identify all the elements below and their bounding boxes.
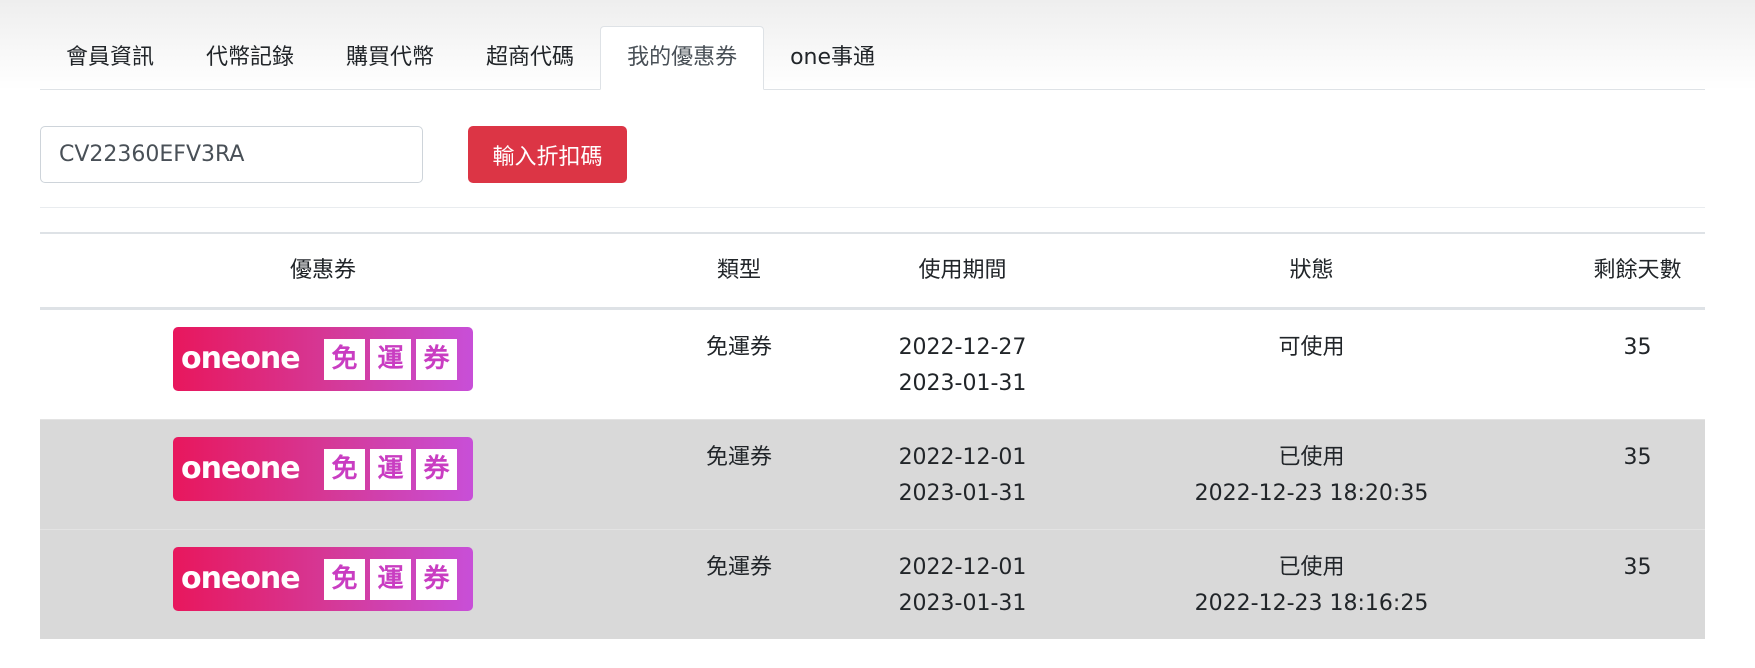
period-cell: 2022-12-01 2023-01-31 bbox=[872, 530, 1053, 639]
status-time: 2022-12-23 18:16:25 bbox=[1194, 591, 1429, 616]
badge-char: 免 bbox=[324, 338, 365, 380]
header-period: 使用期間 bbox=[918, 258, 1007, 283]
coupon-table: 優惠券 類型 使用期間 狀態 剩餘天數 oneone 免 運 券 免運券 202… bbox=[40, 232, 1705, 639]
days-left-cell: 35 bbox=[1623, 445, 1652, 470]
tab-buy-tokens[interactable]: 購買代幣 bbox=[320, 27, 460, 89]
period-start: 2022-12-01 bbox=[898, 445, 1027, 470]
free-shipping-coupon-badge: oneone 免 運 券 bbox=[173, 327, 473, 391]
status-cell: 已使用 2022-12-23 18:20:35 bbox=[1053, 420, 1570, 529]
badge-char: 券 bbox=[416, 448, 457, 490]
header-days-left: 剩餘天數 bbox=[1593, 258, 1682, 283]
status-time: 2022-12-23 18:20:35 bbox=[1194, 481, 1429, 506]
table-row: oneone 免 運 券 免運券 2022-12-27 2023-01-31 可… bbox=[40, 310, 1705, 419]
free-shipping-coupon-badge: oneone 免 運 券 bbox=[173, 437, 473, 501]
enter-discount-code-button[interactable]: 輸入折扣碼 bbox=[468, 126, 627, 183]
days-left-cell: 35 bbox=[1623, 555, 1652, 580]
oneone-logo: oneone bbox=[181, 341, 301, 376]
badge-char: 運 bbox=[370, 448, 411, 490]
status-text: 已使用 bbox=[1278, 555, 1345, 580]
type-cell: 免運券 bbox=[705, 335, 772, 360]
period-end: 2023-01-31 bbox=[898, 481, 1027, 506]
period-start: 2022-12-01 bbox=[898, 555, 1027, 580]
badge-char: 券 bbox=[416, 338, 457, 380]
period-start: 2022-12-27 bbox=[898, 335, 1027, 360]
days-left-cell: 35 bbox=[1623, 335, 1652, 360]
status-text: 可使用 bbox=[1278, 335, 1345, 360]
header-type: 類型 bbox=[716, 258, 761, 283]
coupon-cell: oneone 免 運 券 bbox=[40, 310, 606, 419]
status-text: 已使用 bbox=[1278, 445, 1345, 470]
page: 會員資訊 代幣記錄 購買代幣 超商代碼 我的優惠券 one事通 輸入折扣碼 優惠… bbox=[0, 0, 1755, 668]
type-cell: 免運券 bbox=[705, 555, 772, 580]
tab-bar: 會員資訊 代幣記錄 購買代幣 超商代碼 我的優惠券 one事通 bbox=[40, 26, 1705, 90]
header-status: 狀態 bbox=[1289, 258, 1334, 283]
tab-token-records[interactable]: 代幣記錄 bbox=[180, 27, 320, 89]
period-end: 2023-01-31 bbox=[898, 591, 1027, 616]
coupon-cell: oneone 免 運 券 bbox=[40, 530, 606, 639]
type-cell: 免運券 bbox=[705, 445, 772, 470]
free-shipping-coupon-badge: oneone 免 運 券 bbox=[173, 547, 473, 611]
badge-char: 運 bbox=[370, 338, 411, 380]
badge-char: 運 bbox=[370, 558, 411, 600]
table-row: oneone 免 運 券 免運券 2022-12-01 2023-01-31 已… bbox=[40, 529, 1705, 639]
badge-char: 免 bbox=[324, 448, 365, 490]
table-header-row: 優惠券 類型 使用期間 狀態 剩餘天數 bbox=[40, 234, 1705, 310]
period-cell: 2022-12-27 2023-01-31 bbox=[872, 310, 1053, 419]
tab-member-info[interactable]: 會員資訊 bbox=[40, 27, 180, 89]
tab-store-codes[interactable]: 超商代碼 bbox=[460, 27, 600, 89]
header-coupon: 優惠券 bbox=[289, 258, 356, 283]
table-row: oneone 免 運 券 免運券 2022-12-01 2023-01-31 已… bbox=[40, 419, 1705, 529]
badge-char: 免 bbox=[324, 558, 365, 600]
status-cell: 已使用 2022-12-23 18:16:25 bbox=[1053, 530, 1570, 639]
oneone-logo: oneone bbox=[181, 451, 301, 486]
period-cell: 2022-12-01 2023-01-31 bbox=[872, 420, 1053, 529]
divider bbox=[40, 207, 1705, 208]
coupon-cell: oneone 免 運 券 bbox=[40, 420, 606, 529]
tab-my-coupons[interactable]: 我的優惠券 bbox=[600, 26, 765, 90]
oneone-logo: oneone bbox=[181, 561, 301, 596]
status-cell: 可使用 bbox=[1053, 310, 1570, 419]
coupon-code-input[interactable] bbox=[40, 126, 423, 183]
badge-char: 券 bbox=[416, 558, 457, 600]
tab-one-shitong[interactable]: one事通 bbox=[764, 27, 901, 89]
period-end: 2023-01-31 bbox=[898, 371, 1027, 396]
